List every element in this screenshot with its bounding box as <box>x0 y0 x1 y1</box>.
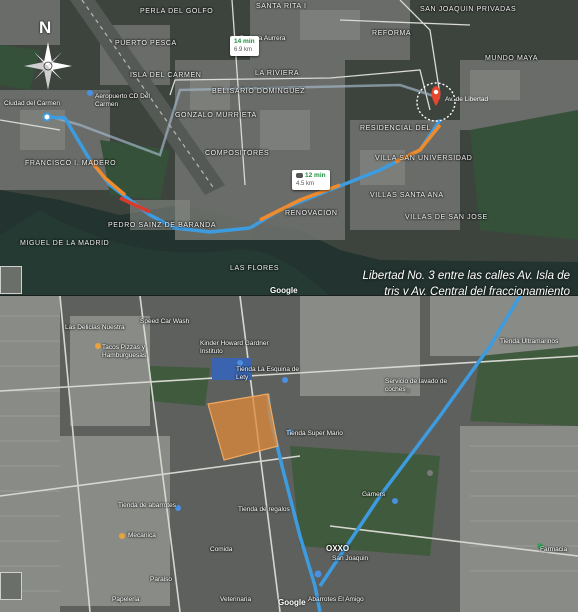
label-belisario: BELISARIO DOMINGUEZ <box>212 88 306 95</box>
label-pedro-sainz: PEDRO SAINZ DE BARANDA <box>108 222 217 229</box>
poi-tienda-super[interactable]: Tienda Super Mario <box>286 430 343 437</box>
poi-farmacia[interactable]: Farmacia <box>540 546 567 553</box>
label-residencial: RESIDENCIAL DEL <box>360 125 431 132</box>
overview-map[interactable]: N PERLA DEL GOLFO SANTA RITA I SAN JOAQU… <box>0 0 578 296</box>
label-perla-golfo: PERLA DEL GOLFO <box>140 8 214 15</box>
google-logo-bottom: Google <box>278 598 306 607</box>
label-santa-rita: SANTA RITA I <box>256 3 307 10</box>
poi-paraiso[interactable]: Paraiso <box>150 576 172 583</box>
label-villas-san-jose: VILLAS DE SAN JOSE <box>405 214 488 221</box>
poi-comida[interactable]: Comida <box>210 546 232 553</box>
compass-north-label: N <box>39 18 52 37</box>
poi-papeleria[interactable]: Papeleria <box>112 596 139 603</box>
label-reforma: REFORMA <box>372 30 412 37</box>
label-joaquin-privadas: SAN JOAQUIN PRIVADAS <box>420 6 517 13</box>
poi-kinder[interactable]: Kinder Howard Gardner Instituto <box>200 340 270 356</box>
origin-dot-icon <box>42 112 52 122</box>
car-icon <box>296 172 303 178</box>
detail-map[interactable]: Speed Car Wash Las Delicias Nuestra Taco… <box>0 296 578 612</box>
label-renovacion: RENOVACION <box>285 210 338 217</box>
label-la-riviera: LA RIVIERA <box>255 70 300 77</box>
label-miguel-madrid: MIGUEL DE LA MADRID <box>20 240 110 247</box>
airport-pin-icon <box>87 90 93 96</box>
alt-route-distance: 6.9 km <box>234 47 253 53</box>
overview-map-graphics <box>0 0 578 296</box>
poi-car-wash[interactable]: Speed Car Wash <box>140 318 189 325</box>
poi-lavado[interactable]: Servicio de lavado de coches <box>385 378 455 394</box>
poi-tienda-ultra[interactable]: Tienda Ultramarinos <box>500 338 558 345</box>
poi-veterinaria[interactable]: Veterinaria <box>220 596 251 603</box>
airport-label[interactable]: Aeropuerto CD Del Carmen <box>95 93 155 109</box>
main-route-distance: 4.5 km <box>296 181 315 187</box>
label-francisco-madero: FRANCISCO I. MADERO <box>25 160 117 167</box>
google-logo-top: Google <box>270 286 298 295</box>
label-las-flores: LAS FLORES <box>230 265 280 272</box>
label-ciudad-del-carmen: Ciudad del Carmen <box>4 100 61 107</box>
poi-el-amigo[interactable]: Abarrotes El Amigo <box>308 596 364 603</box>
poi-pizzas[interactable]: Tacos Pizzas y Hamburguesas <box>102 344 172 360</box>
poi-san-joaquin[interactable]: San Joaquin <box>332 555 368 562</box>
main-route-time: 12 min <box>305 172 326 179</box>
poi-mecanica[interactable]: Mecanica <box>128 532 156 539</box>
poi-nuestra[interactable]: Las Delicias Nuestra <box>65 324 125 331</box>
label-gonzalo-murrieta: GONZALO MURRIETA <box>175 112 257 119</box>
poi-oxxo[interactable]: OXXO <box>326 544 349 553</box>
label-villas-santa-ana: VILLAS SANTA ANA <box>370 192 444 199</box>
alt-route-time-box[interactable]: 14 min 6.9 km <box>230 36 259 56</box>
label-mundo-maya: MUNDO MAYA <box>485 55 539 62</box>
label-puerto-pesca: PUERTO PESCA <box>115 40 177 47</box>
alt-route-time: 14 min <box>234 38 255 45</box>
poi-tienda-regalos[interactable]: Tienda de regalos <box>238 506 290 513</box>
poi-gamers[interactable]: Gamers <box>362 491 385 498</box>
satellite-toggle-top[interactable] <box>0 266 22 294</box>
destination-label[interactable]: Av. de Libertad <box>445 96 488 103</box>
satellite-toggle-bottom[interactable] <box>0 572 22 600</box>
label-isla-del-carmen: ISLA DEL CARMEN <box>130 72 202 79</box>
poi-tienda-abarrotes[interactable]: Tienda de abarrotes <box>118 502 176 509</box>
label-compositores: COMPOSITORES <box>205 150 270 157</box>
label-villa-universidad: VILLA SAN UNIVERSIDAD <box>375 155 473 162</box>
main-route-time-box[interactable]: 12 min 4.5 km <box>292 170 330 190</box>
detail-map-graphics <box>0 296 578 612</box>
poi-tienda-lety[interactable]: Tienda La Esquina de Lety <box>236 366 306 382</box>
